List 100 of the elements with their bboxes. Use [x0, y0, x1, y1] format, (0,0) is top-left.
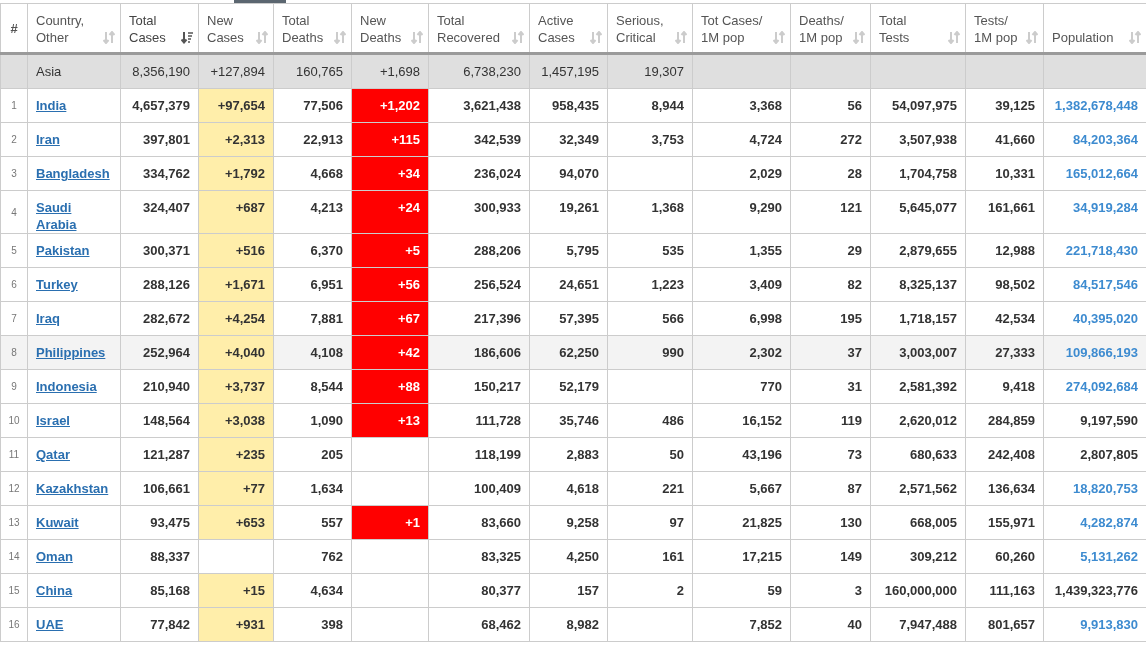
- table-cell: 12,988: [965, 233, 1044, 268]
- table-row[interactable]: 1 India 4,657,379 +97,654 77,506 +1,202 3,621,438 958,435 8,944 3,368 56 54,097,975 39,125 1,382,678,448: [0, 88, 1146, 123]
- table-row[interactable]: 14 Oman 88,337 762 83,325 4,250 161 17,215 149 309,212 60,260 5,131,262: [0, 539, 1146, 574]
- table-cell: 56: [790, 88, 871, 123]
- table-cell: 160,000,000: [870, 573, 966, 608]
- table-cell: 57,395: [529, 301, 608, 336]
- table-cell: 7,947,488: [870, 607, 966, 642]
- table-row[interactable]: 13 Kuwait 93,475 +653 557 +1 83,660 9,258 97 21,825 130 668,005 155,971 4,282,874: [0, 505, 1146, 540]
- table-row[interactable]: 8 Philippines 252,964 +4,040 4,108 +42 186,606 62,250 990 2,302 37 3,003,007 27,333 109,866,193: [0, 335, 1146, 370]
- table-cell: 4,668: [273, 156, 352, 191]
- table-cell: 27,333: [965, 335, 1044, 370]
- table-cell: 486: [607, 403, 693, 438]
- table-cell: 77,842: [120, 607, 199, 642]
- table-cell: Asia: [27, 53, 121, 89]
- rank-number: 4: [11, 206, 17, 218]
- table-cell: 19,261: [529, 190, 608, 234]
- table-cell: 39,125: [965, 88, 1044, 123]
- table-cell: +56: [351, 267, 429, 302]
- column-header[interactable]: Tests/ 1M pop: [966, 4, 1043, 52]
- rank-number: 2: [11, 134, 17, 145]
- table-cell: 16,152: [692, 403, 791, 438]
- table-cell: +88: [351, 369, 429, 404]
- table-cell: 282,672: [120, 301, 199, 336]
- table-cell: +34: [351, 156, 429, 191]
- table-row[interactable]: 5 Pakistan 300,371 +516 6,370 +5 288,206 5,795 535 1,355 29 2,879,655 12,988 221,718,430: [0, 233, 1146, 268]
- rank-number: 6: [11, 279, 17, 290]
- table-cell: 1,090: [273, 403, 352, 438]
- table-cell: 59: [692, 573, 791, 608]
- rank-number: 13: [8, 517, 20, 528]
- table-row[interactable]: 12 Kazakhstan 106,661 +77 1,634 100,409 4,618 221 5,667 87 2,571,562 136,634 18,820,753: [0, 471, 1146, 506]
- column-header[interactable]: Country, Other: [28, 4, 120, 52]
- table-row[interactable]: 15 China 85,168 +15 4,634 80,377 157 2 59 3 160,000,000 111,163 1,439,323,776: [0, 573, 1146, 608]
- table-cell: 8,325,137: [870, 267, 966, 302]
- table-cell: 31: [790, 369, 871, 404]
- table-cell: 4,724: [692, 122, 791, 157]
- table-cell: 6,951: [273, 267, 352, 302]
- table-cell: 8,982: [529, 607, 608, 642]
- column-header[interactable]: Population: [1044, 4, 1146, 52]
- table-cell: 111,163: [965, 573, 1044, 608]
- table-cell: 668,005: [870, 505, 966, 540]
- table-row[interactable]: 16 UAE 77,842 +931 398 68,462 8,982 7,852 40 7,947,488 801,657 9,913,830: [0, 607, 1146, 642]
- table-cell: +3,038: [198, 403, 274, 438]
- table-cell: 10,331: [965, 156, 1044, 191]
- table-cell: 82: [790, 267, 871, 302]
- table-cell: 130: [790, 505, 871, 540]
- table-cell: +3,737: [198, 369, 274, 404]
- table-row[interactable]: 10 Israel 148,564 +3,038 1,090 +13 111,728 35,746 486 16,152 119 2,620,012 284,859 9,197,590: [0, 403, 1146, 438]
- column-header[interactable]: Total Deaths: [274, 4, 351, 52]
- table-row[interactable]: 4 Saudi Arabia 324,407 +687 4,213 +24 300,933 19,261 1,368 9,290 121 5,645,077 161,661 34,919,284: [0, 190, 1146, 234]
- table-cell: 24,651: [529, 267, 608, 302]
- table-cell: +4,040: [198, 335, 274, 370]
- sort-icon[interactable]: [181, 31, 193, 44]
- table-cell: 4,634: [273, 573, 352, 608]
- column-header[interactable]: New Cases: [199, 4, 273, 52]
- table-cell: 300,371: [120, 233, 199, 268]
- rank-number: 15: [8, 585, 20, 596]
- column-header[interactable]: Deaths/ 1M pop: [791, 4, 870, 52]
- table-cell: 2,879,655: [870, 233, 966, 268]
- table-cell: 83,660: [428, 505, 530, 540]
- table-cell: 3,409: [692, 267, 791, 302]
- table-row[interactable]: 7 Iraq 282,672 +4,254 7,881 +67 217,396 57,395 566 6,998 195 1,718,157 42,534 40,395,020: [0, 301, 1146, 336]
- table-row[interactable]: 6 Turkey 288,126 +1,671 6,951 +56 256,524 24,651 1,223 3,409 82 8,325,137 98,502 84,517,546: [0, 267, 1146, 302]
- column-header[interactable]: Active Cases: [530, 4, 607, 52]
- table-cell: 958,435: [529, 88, 608, 123]
- table-row[interactable]: 3 Bangladesh 334,762 +1,792 4,668 +34 236,024 94,070 2,029 28 1,704,758 10,331 165,012,664: [0, 156, 1146, 191]
- table-cell: 4,250: [529, 539, 608, 574]
- table-cell: 41,660: [965, 122, 1044, 157]
- table-cell: 161,661: [965, 190, 1044, 234]
- column-header[interactable]: Total Cases: [121, 4, 198, 52]
- table-cell: 2,029: [692, 156, 791, 191]
- table-cell: 37: [790, 335, 871, 370]
- table-cell: 2,571,562: [870, 471, 966, 506]
- table-cell: 148,564: [120, 403, 199, 438]
- table-cell: 4,618: [529, 471, 608, 506]
- table-cell: 73: [790, 437, 871, 472]
- table-cell: 5,667: [692, 471, 791, 506]
- table-cell: 221: [607, 471, 693, 506]
- table-cell: 2,883: [529, 437, 608, 472]
- table-cell: 1,355: [692, 233, 791, 268]
- column-header[interactable]: Total Tests: [871, 4, 965, 52]
- table-cell: 288,206: [428, 233, 530, 268]
- table-row[interactable]: 11 Qatar 121,287 +235 205 118,199 2,883 50 43,196 73 680,633 242,408 2,807,805: [0, 437, 1146, 472]
- column-header[interactable]: Serious, Critical: [608, 4, 692, 52]
- table-cell: 535: [607, 233, 693, 268]
- table-row[interactable]: 9 Indonesia 210,940 +3,737 8,544 +88 150,217 52,179 770 31 2,581,392 9,418 274,092,684: [0, 369, 1146, 404]
- table-cell: +42: [351, 335, 429, 370]
- table-cell: 217,396: [428, 301, 530, 336]
- table-cell: 4,657,379: [120, 88, 199, 123]
- table-cell: 1,457,195: [529, 53, 608, 89]
- table-cell: +13: [351, 403, 429, 438]
- table-cell: 136,634: [965, 471, 1044, 506]
- column-header[interactable]: New Deaths: [352, 4, 428, 52]
- table-cell: 150,217: [428, 369, 530, 404]
- table-cell: 6,738,230: [428, 53, 530, 89]
- column-header[interactable]: Total Recovered: [429, 4, 529, 52]
- table-cell: 121: [790, 190, 871, 234]
- table-row[interactable]: 2 Iran 397,801 +2,313 22,913 +115 342,539 32,349 3,753 4,724 272 3,507,938 41,660 84,203,364: [0, 122, 1146, 157]
- column-header[interactable]: Tot Cases/ 1M pop: [693, 4, 790, 52]
- rank-number: 14: [8, 551, 20, 562]
- table-cell: 68,462: [428, 607, 530, 642]
